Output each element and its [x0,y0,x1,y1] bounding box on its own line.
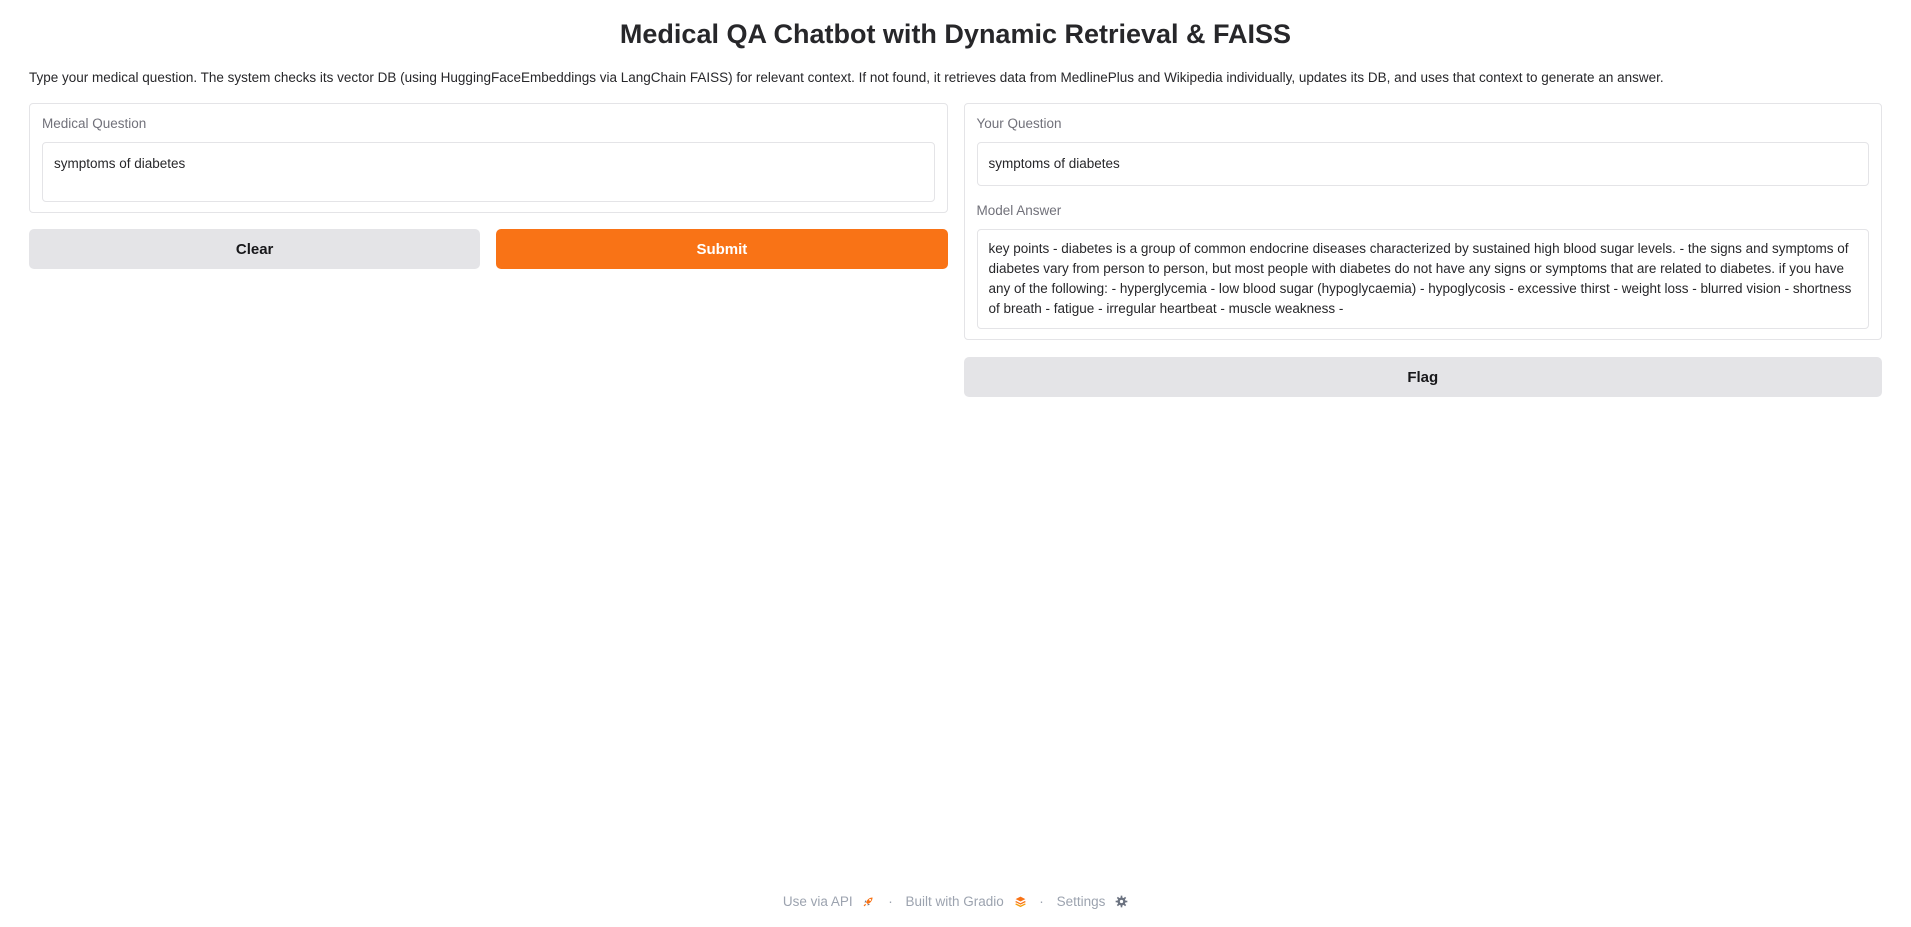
output-column: Your Question symptoms of diabetes Model… [963,103,1882,397]
your-question-output[interactable]: symptoms of diabetes [976,142,1869,186]
settings-link[interactable]: Settings [1057,894,1129,909]
use-via-api-label: Use via API [782,894,853,909]
gear-icon [1115,895,1128,908]
clear-button[interactable]: Clear [29,229,481,269]
medical-question-block: Medical Question symptoms of diabetes [29,103,948,213]
model-answer-label: Model Answer [976,203,1062,218]
main-columns: Medical Question symptoms of diabetes Cl… [29,103,1882,397]
footer: Use via API · Built with Gradio · Settin… [0,893,1911,911]
page-title: Medical QA Chatbot with Dynamic Retrieva… [619,19,1292,49]
use-via-api-link[interactable]: Use via API [783,894,879,909]
medical-question-input[interactable]: symptoms of diabetes [42,142,935,202]
flag-button[interactable]: Flag [963,357,1882,397]
page-description: Type your medical question. The system c… [29,70,1664,85]
action-buttons: Clear Submit [29,229,948,269]
settings-label: Settings [1056,894,1106,909]
output-block: Your Question symptoms of diabetes Model… [963,103,1882,340]
flag-row: Flag [963,357,1882,397]
footer-separator: · [1039,894,1044,909]
medical-question-label: Medical Question [42,116,147,131]
model-answer-output[interactable]: key points - diabetes is a group of comm… [976,229,1869,329]
footer-separator: · [888,894,893,909]
app-root: Medical QA Chatbot with Dynamic Retrieva… [0,0,1911,927]
your-question-label: Your Question [976,116,1062,131]
built-with-gradio-label: Built with Gradio [905,894,1004,909]
rocket-icon [864,897,873,907]
built-with-gradio-link[interactable]: Built with Gradio [905,894,1030,909]
submit-button[interactable]: Submit [496,229,948,269]
input-column: Medical Question symptoms of diabetes Cl… [29,103,948,269]
gradio-logo-icon [1014,896,1026,908]
